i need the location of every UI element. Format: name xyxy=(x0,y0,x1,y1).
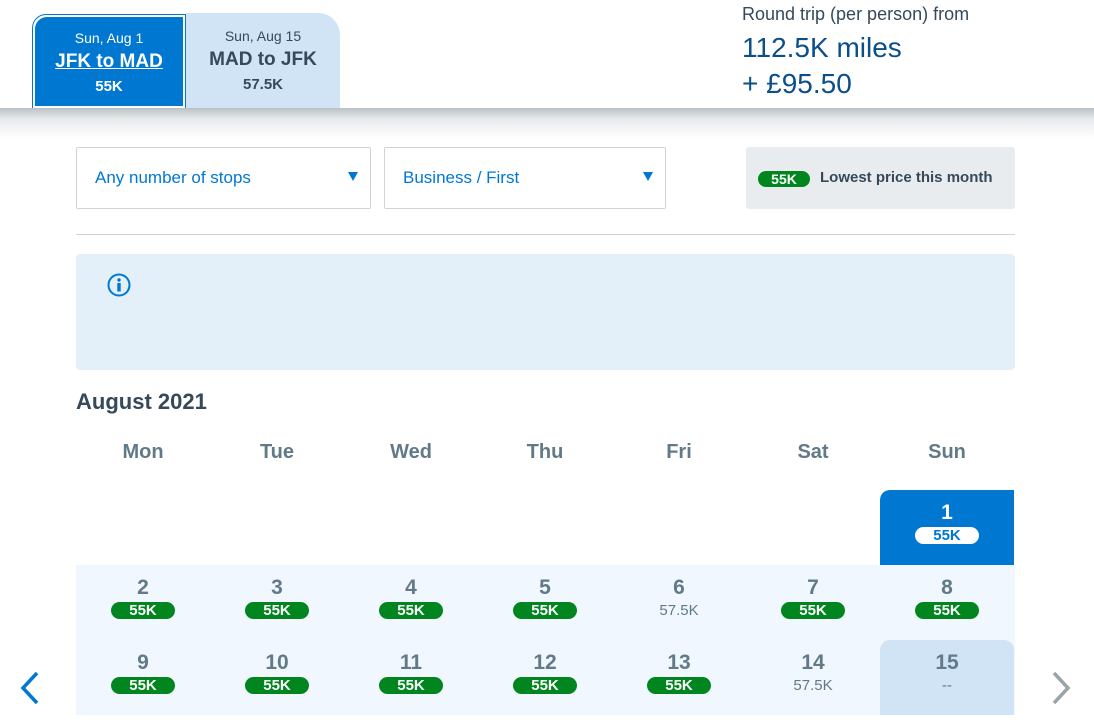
lowest-price-pill: 55K xyxy=(915,602,979,619)
calendar-day[interactable]: 4 55K xyxy=(344,565,478,640)
day-number: 10 xyxy=(265,651,289,674)
weekday-label: Wed xyxy=(390,441,432,463)
lowest-price-pill: 55K xyxy=(915,527,979,544)
caret-down-icon xyxy=(643,172,653,181)
leg-route: JFK to MAD xyxy=(55,51,163,72)
day-number: 4 xyxy=(405,576,417,599)
lowest-price-pill: 55K xyxy=(111,602,175,619)
calendar-day[interactable]: 6 57.5K xyxy=(612,565,746,640)
trip-header: Sun, Aug 1 JFK to MAD 55K Sun, Aug 15 MA… xyxy=(0,0,1094,109)
lowest-price-pill: 55K xyxy=(111,677,175,694)
day-price: -- xyxy=(942,677,952,694)
calendar-day[interactable]: 13 55K xyxy=(612,640,746,715)
calendar-day[interactable]: 8 55K xyxy=(880,565,1014,640)
calendar-day[interactable]: 14 57.5K xyxy=(746,640,880,715)
calendar-day-selected[interactable]: 1 55K xyxy=(880,490,1014,565)
day-number: 3 xyxy=(271,576,283,599)
calendar-day[interactable]: 5 55K xyxy=(478,565,612,640)
calendar-day[interactable]: 2 55K xyxy=(76,565,210,640)
weekday-label: Sun xyxy=(928,441,966,463)
day-number: 15 xyxy=(935,651,959,674)
summary-fee: + £95.50 xyxy=(742,68,852,99)
weekday-label: Sat xyxy=(797,441,829,463)
day-number: 12 xyxy=(533,651,557,674)
cabin-select[interactable]: Business / First xyxy=(384,147,666,209)
day-number: 9 xyxy=(137,651,149,674)
leg-tab-outbound[interactable]: Sun, Aug 1 JFK to MAD 55K xyxy=(32,14,186,109)
divider xyxy=(76,234,1015,235)
chevron-left-icon[interactable] xyxy=(15,668,45,708)
weekday-label: Fri xyxy=(666,441,692,463)
stops-select[interactable]: Any number of stops xyxy=(76,147,371,209)
leg-price: 55K xyxy=(95,78,123,95)
calendar-day[interactable]: 7 55K xyxy=(746,565,880,640)
weekday-label: Tue xyxy=(259,441,295,463)
lowest-price-legend: 55K Lowest price this month xyxy=(746,147,1015,209)
summary-label: Round trip (per person) from xyxy=(742,4,970,24)
price-summary: Round trip (per person) from 112.5K mile… xyxy=(742,2,969,102)
lowest-price-pill: 55K xyxy=(379,677,443,694)
weekday-label: Mon xyxy=(122,441,164,463)
lowest-price-pill: 55K xyxy=(245,677,309,694)
chevron-right-icon[interactable] xyxy=(1046,668,1076,708)
summary-miles: 112.5K miles xyxy=(742,32,902,63)
day-number: 8 xyxy=(941,576,953,599)
legend-text: Lowest price this month xyxy=(820,169,993,186)
leg-route: MAD to JFK xyxy=(209,49,317,70)
day-number: 1 xyxy=(941,501,953,524)
lowest-price-pill: 55K xyxy=(245,602,309,619)
leg-date: Sun, Aug 1 xyxy=(74,30,144,46)
calendar-day[interactable]: 10 55K xyxy=(210,640,344,715)
day-number: 13 xyxy=(667,651,691,674)
leg-date: Sun, Aug 15 xyxy=(224,28,302,44)
day-price: 57.5K xyxy=(793,677,833,694)
legend-price-pill: 55K xyxy=(758,171,810,187)
day-number: 7 xyxy=(807,576,819,599)
day-price: 57.5K xyxy=(659,602,699,619)
caret-down-icon xyxy=(348,172,358,181)
calendar-day[interactable]: 11 55K xyxy=(344,640,478,715)
leg-tab-return[interactable]: Sun, Aug 15 MAD to JFK 57.5K xyxy=(186,13,340,108)
lowest-price-pill: 55K xyxy=(513,677,577,694)
calendar-day[interactable]: 9 55K xyxy=(76,640,210,715)
calendar-day[interactable]: 12 55K xyxy=(478,640,612,715)
day-number: 14 xyxy=(801,651,825,674)
lowest-price-pill: 55K xyxy=(513,602,577,619)
weekday-label: Thu xyxy=(526,441,564,463)
lowest-price-pill: 55K xyxy=(379,602,443,619)
day-number: 11 xyxy=(399,651,423,674)
info-box xyxy=(76,254,1015,370)
calendar-day[interactable]: 3 55K xyxy=(210,565,344,640)
lowest-price-pill: 55K xyxy=(647,677,711,694)
calendar-day-return[interactable]: 15 -- xyxy=(880,640,1014,715)
day-number: 2 xyxy=(137,576,149,599)
header-shadow xyxy=(0,108,1094,138)
leg-price: 57.5K xyxy=(242,76,284,93)
day-number: 6 xyxy=(673,576,685,599)
month-title: August 2021 xyxy=(76,389,207,414)
lowest-price-pill: 55K xyxy=(781,602,845,619)
cabin-select-value: Business / First xyxy=(403,168,520,187)
day-number: 5 xyxy=(539,576,551,599)
stops-select-value: Any number of stops xyxy=(95,168,251,187)
info-icon xyxy=(107,273,131,297)
